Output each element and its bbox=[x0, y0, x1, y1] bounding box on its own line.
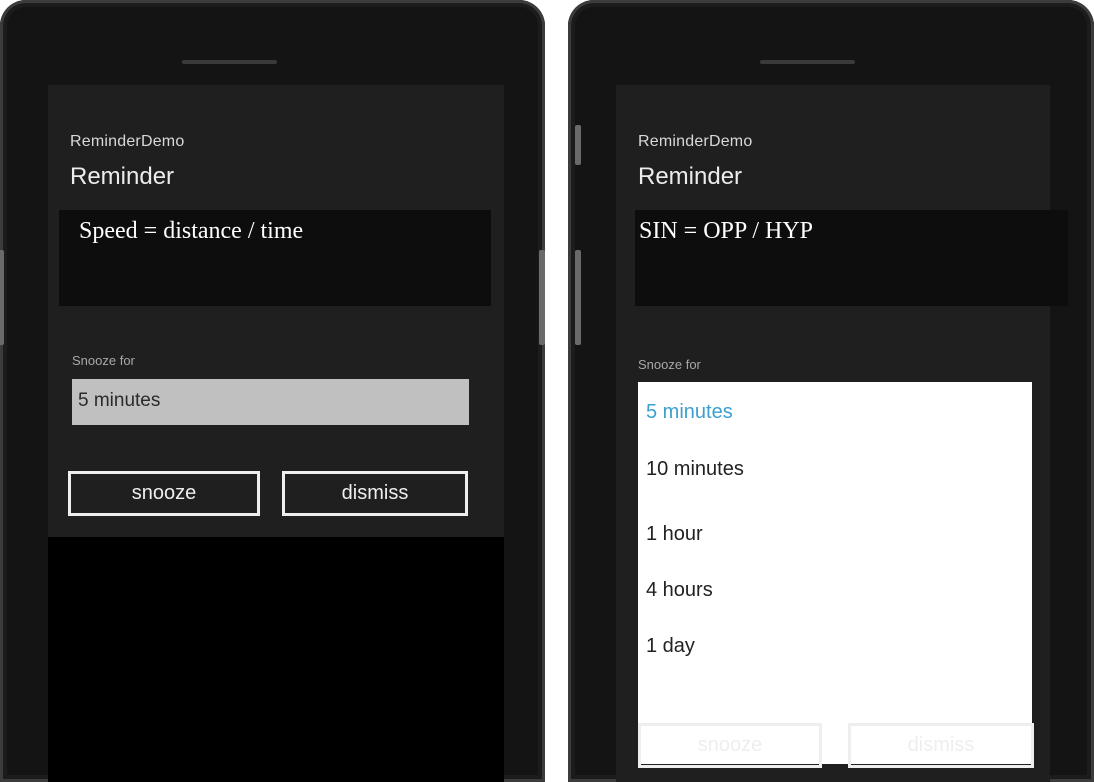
snooze-button[interactable]: snooze bbox=[68, 471, 260, 516]
dialog-title: Reminder bbox=[638, 163, 743, 190]
phone-left: ReminderDemo Reminder Speed = distance /… bbox=[0, 0, 545, 782]
snooze-option-10-minutes[interactable]: 10 minutes bbox=[646, 458, 744, 481]
phone-side-button bbox=[0, 250, 4, 345]
snooze-option-5-minutes[interactable]: 5 minutes bbox=[646, 401, 733, 424]
stage: ReminderDemo Reminder Speed = distance /… bbox=[0, 0, 1094, 782]
phone-side-button bbox=[539, 250, 545, 345]
phone-side-button bbox=[575, 125, 581, 165]
reminder-content-text: SIN = OPP / HYP bbox=[639, 218, 814, 244]
snooze-option-1-day[interactable]: 1 day bbox=[646, 635, 695, 658]
reminder-dialog: ReminderDemo Reminder Speed = distance /… bbox=[48, 85, 504, 537]
snooze-label: Snooze for bbox=[638, 357, 701, 372]
phone-side-button bbox=[575, 250, 581, 345]
dialog-title: Reminder bbox=[70, 163, 175, 190]
app-name: ReminderDemo bbox=[638, 133, 753, 150]
reminder-content: SIN = OPP / HYP bbox=[635, 210, 1068, 306]
snooze-picker-value: 5 minutes bbox=[78, 390, 161, 411]
dismiss-button[interactable]: dismiss bbox=[848, 723, 1034, 768]
snooze-picker[interactable]: 5 minutes bbox=[72, 379, 469, 425]
snooze-label: Snooze for bbox=[72, 353, 135, 368]
reminder-dialog: ReminderDemo Reminder SIN = OPP / HYP Sn… bbox=[616, 85, 1068, 782]
reminder-content: Speed = distance / time bbox=[59, 210, 491, 306]
reminder-content-text: Speed = distance / time bbox=[79, 218, 304, 244]
dismiss-button[interactable]: dismiss bbox=[282, 471, 468, 516]
phone-screen: ReminderDemo Reminder SIN = OPP / HYP Sn… bbox=[616, 85, 1068, 782]
phone-screen: ReminderDemo Reminder Speed = distance /… bbox=[48, 85, 504, 782]
snooze-option-4-hours[interactable]: 4 hours bbox=[646, 579, 713, 602]
snooze-option-1-hour[interactable]: 1 hour bbox=[646, 523, 703, 546]
app-name: ReminderDemo bbox=[70, 133, 185, 150]
speaker-grille bbox=[182, 60, 277, 64]
speaker-grille bbox=[760, 60, 855, 64]
snooze-button[interactable]: snooze bbox=[638, 723, 822, 768]
snooze-options-list: 5 minutes 10 minutes 1 hour 4 hours 1 da… bbox=[638, 382, 1032, 764]
phone-right: ReminderDemo Reminder SIN = OPP / HYP Sn… bbox=[568, 0, 1094, 782]
